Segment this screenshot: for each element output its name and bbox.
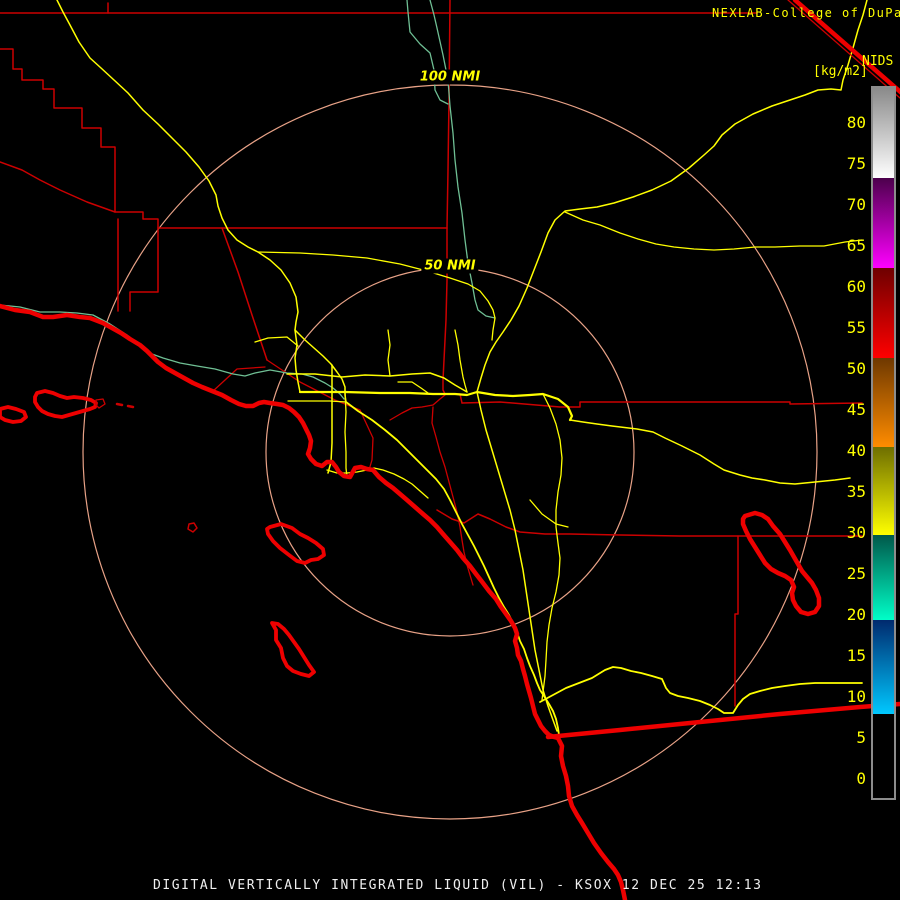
product-caption: DIGITAL VERTICALLY INTEGRATED LIQUID (VI…	[153, 878, 763, 893]
colorbar-tick-50: 50	[846, 359, 866, 378]
road-connector	[397, 381, 429, 394]
road-i10-east	[569, 419, 851, 485]
colorbar-tick-25: 25	[846, 564, 866, 583]
site-title-text: NEXLAB-College of DuPage	[712, 6, 900, 20]
coastline-main	[0, 303, 561, 741]
radar-map	[0, 0, 900, 900]
road-i8	[539, 666, 863, 714]
units-label: [kg/m2]	[813, 64, 868, 79]
road-sd-east	[529, 499, 569, 528]
county-orange-ne-diagonal	[389, 394, 446, 421]
colorbar-tick-5: 5	[856, 728, 866, 747]
island-santa-barbara	[187, 522, 198, 533]
county-riverside-sd-line-y536	[436, 509, 863, 537]
colorbar-tick-65: 65	[846, 236, 866, 255]
road-ns-710	[327, 364, 333, 474]
island-san-clemente	[270, 621, 316, 678]
radar-display: 80 75 70 65 60 55 50 45 40 35 30 25 20 15 10 5 0 100 NMI…	[0, 0, 900, 900]
county-la-sb-vertical	[446, 0, 451, 229]
colorbar-tick-55: 55	[846, 318, 866, 337]
county-orange-riverside	[431, 406, 474, 586]
colorbar-tick-10: 10	[846, 687, 866, 706]
county-ventura-diagonal	[0, 161, 116, 213]
colorbar-tick-80: 80	[846, 113, 866, 132]
island-catalina	[265, 522, 326, 565]
county-orange-north	[266, 359, 374, 471]
road-i15-north	[476, 0, 868, 393]
road-hwy18-east	[564, 211, 863, 251]
coastline-baja	[555, 735, 628, 900]
island-santa-cruz	[33, 389, 98, 419]
range-ring-100-nmi	[82, 84, 818, 820]
colorbar-tick-45: 45	[846, 400, 866, 419]
road-ns-389	[387, 329, 391, 377]
road-ew-401	[287, 400, 347, 403]
islet-dash-1	[115, 402, 124, 407]
county-riverside-sd-line-y402	[461, 401, 863, 408]
colorbar-tick-60: 60	[846, 277, 866, 296]
colorbar-tick-70: 70	[846, 195, 866, 214]
colorbar-tick-40: 40	[846, 441, 866, 460]
road-sr57	[454, 329, 468, 393]
colorbar-tick-30: 30	[846, 523, 866, 542]
site-title: NEXLAB-College of DuPage	[712, 6, 900, 20]
county-kern-stairs	[0, 48, 159, 312]
colorbar-tick-75: 75	[846, 154, 866, 173]
road-inland-215	[541, 393, 563, 701]
colorbar-tick-15: 15	[846, 646, 866, 665]
ring-label-50-nmi: 50 NMI	[421, 258, 479, 274]
county-sb-orange-vertical	[442, 227, 463, 404]
colorbar-tick-35: 35	[846, 482, 866, 501]
island-west-edge	[0, 405, 28, 424]
salton-sea-shore	[740, 510, 822, 617]
islet-dash-2	[126, 404, 135, 409]
colorbar-tick-0: 0	[856, 769, 866, 788]
range-ring-50-nmi	[265, 267, 635, 637]
colorbar-tick-20: 20	[846, 605, 866, 624]
colorbar	[871, 86, 896, 800]
road-sr91-east-west	[298, 390, 574, 422]
ring-label-100-nmi: 100 NMI	[416, 69, 484, 85]
road-i5-north	[56, 0, 301, 393]
